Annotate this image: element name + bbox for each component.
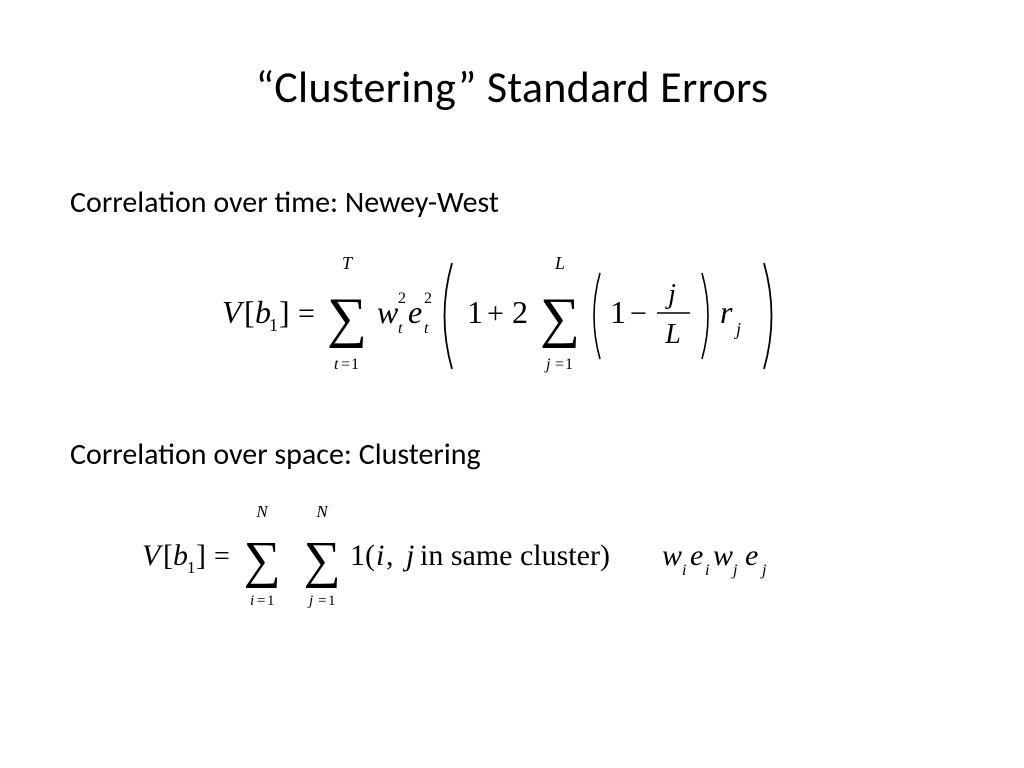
paren-left-icon xyxy=(445,263,453,369)
svg-text:=: = xyxy=(341,356,350,373)
formula-newey-west: V [ b 1 ] = T ∑ t = 1 w 2 t e 2 t 1 xyxy=(70,251,954,386)
svg-text:j: j xyxy=(544,356,551,373)
paren-right-icon xyxy=(764,263,772,369)
svg-text:w: w xyxy=(662,539,682,572)
formula-clustering: V [ b 1 ] = N ∑ i = 1 N ∑ j = 1 1( xyxy=(70,503,954,618)
svg-text:t: t xyxy=(424,320,429,337)
svg-text:t: t xyxy=(334,356,339,373)
frac-num: j xyxy=(665,279,676,310)
section-clustering: Correlation over space: Clustering xyxy=(70,436,954,473)
sigma-icon: ∑ xyxy=(243,532,280,589)
svg-text:1: 1 xyxy=(328,593,336,609)
var-r: r xyxy=(720,294,733,330)
var-V: V xyxy=(142,539,164,572)
frac-den: L xyxy=(664,319,681,350)
svg-text:e: e xyxy=(690,539,703,572)
svg-text:[: [ xyxy=(244,294,255,330)
svg-text:+: + xyxy=(487,297,504,330)
svg-text:]: ] xyxy=(279,294,290,330)
svg-text:=: = xyxy=(318,593,326,609)
svg-text:1: 1 xyxy=(351,356,359,373)
paren-left-icon xyxy=(594,273,600,359)
svg-text:i: i xyxy=(376,539,384,572)
svg-text:2: 2 xyxy=(398,290,406,307)
slide-title: “Clustering” Standard Errors xyxy=(70,60,954,114)
sigma-icon: ∑ xyxy=(327,287,367,349)
slide: “Clustering” Standard Errors Correlation… xyxy=(0,0,1024,768)
svg-text:w: w xyxy=(713,539,733,572)
svg-text:1: 1 xyxy=(187,558,196,577)
svg-text:1: 1 xyxy=(467,294,483,330)
svg-text:i: i xyxy=(250,593,254,609)
svg-text:,: , xyxy=(386,539,394,572)
sum-upper-T: T xyxy=(342,253,354,273)
svg-text:j: j xyxy=(402,539,414,572)
indicator: 1( xyxy=(350,539,375,572)
sum-upper-N: N xyxy=(255,502,269,521)
svg-text:[: [ xyxy=(163,539,173,572)
svg-text:j: j xyxy=(307,593,313,609)
sub-1: 1 xyxy=(269,315,278,335)
section-newey-west: Correlation over time: Newey-West xyxy=(70,184,954,221)
svg-text:−: − xyxy=(630,297,647,330)
sum-upper-L: L xyxy=(554,253,565,273)
svg-text:i: i xyxy=(682,562,686,579)
var-b: b xyxy=(173,539,188,572)
svg-text:j: j xyxy=(731,562,738,579)
op-eq: = xyxy=(298,297,315,330)
svg-text:=: = xyxy=(257,593,265,609)
sigma-icon: ∑ xyxy=(540,287,580,349)
var-w: w xyxy=(377,294,399,330)
svg-text:j: j xyxy=(734,319,741,339)
sigma-icon: ∑ xyxy=(303,532,340,589)
var-e: e xyxy=(408,294,422,330)
svg-text:t: t xyxy=(398,320,403,337)
svg-text:j: j xyxy=(760,562,767,579)
var-V: V xyxy=(222,294,245,330)
svg-text:1: 1 xyxy=(565,356,573,373)
paren-right-icon xyxy=(702,273,708,359)
svg-text:]: ] xyxy=(196,539,206,572)
svg-text:1: 1 xyxy=(267,593,275,609)
svg-text:2: 2 xyxy=(424,290,432,307)
svg-text:=: = xyxy=(214,541,230,572)
svg-text:2: 2 xyxy=(512,294,528,330)
svg-text:=: = xyxy=(555,356,564,373)
svg-text:1: 1 xyxy=(610,294,626,330)
svg-text:N: N xyxy=(315,502,329,521)
indicator-text: in same cluster) xyxy=(420,539,610,572)
svg-text:e: e xyxy=(745,539,758,572)
svg-text:i: i xyxy=(705,562,709,579)
